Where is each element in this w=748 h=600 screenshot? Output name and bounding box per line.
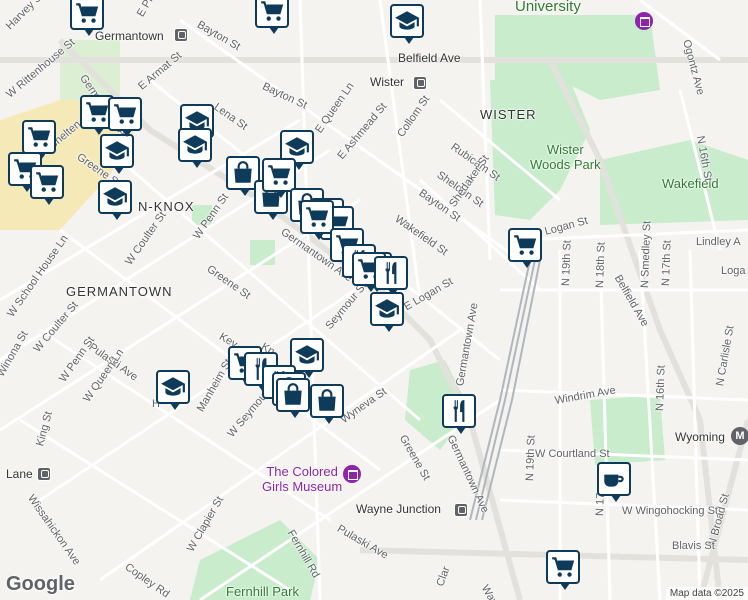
cart-marker-icon[interactable] bbox=[30, 165, 64, 205]
label-wyoming: Wyoming bbox=[675, 430, 725, 444]
label-wister-woods-park: Wister Woods Park bbox=[530, 142, 601, 172]
label-logan: Loga bbox=[721, 265, 746, 277]
wayne-junction-station-icon[interactable] bbox=[454, 503, 468, 517]
school-marker-icon[interactable] bbox=[100, 134, 134, 174]
map-attribution[interactable]: Map data ©2025 bbox=[665, 587, 748, 600]
cart-marker-icon[interactable] bbox=[508, 228, 542, 268]
cart-marker-icon[interactable] bbox=[22, 120, 56, 160]
wister-station-icon[interactable] bbox=[413, 76, 427, 90]
label-n-16th-st-se: N 16th St bbox=[654, 364, 668, 412]
label-colored-girls-museum: The Colored Girls Museum bbox=[262, 464, 343, 494]
label-wister-station: Wister bbox=[370, 75, 404, 89]
fork-marker-icon[interactable] bbox=[374, 256, 408, 296]
cart-marker-icon[interactable] bbox=[300, 200, 334, 240]
school-marker-icon[interactable] bbox=[178, 128, 212, 168]
cart-marker-icon[interactable] bbox=[262, 158, 296, 198]
school-marker-icon[interactable] bbox=[390, 4, 424, 44]
label-w-wingohocking-st: W Wingohocking St bbox=[622, 505, 718, 517]
label-university: University bbox=[515, 0, 581, 15]
label-n-17th-st: N 17th St bbox=[660, 239, 674, 287]
label-n-19th-st-s: N 19th St bbox=[524, 434, 538, 482]
cart-marker-icon[interactable] bbox=[70, 0, 104, 36]
label-n-19th-st: N 19th St bbox=[560, 239, 574, 287]
cart-marker-icon[interactable] bbox=[108, 97, 142, 137]
label-blavis-st: Blavis St bbox=[672, 540, 715, 552]
school-marker-icon[interactable] bbox=[156, 370, 190, 410]
label-n-smedley-st: N Smedley St bbox=[639, 220, 654, 289]
label-penn-knox: N-KNOX bbox=[138, 199, 195, 214]
label-wayne-junction: Wayne Junction bbox=[356, 502, 441, 516]
label-w-courtland-st: W Courtland St bbox=[535, 448, 610, 460]
map-canvas[interactable]: M University Harvey St W Rittenhouse St … bbox=[0, 0, 748, 600]
label-belfield-ave: Belfield Ave bbox=[398, 51, 461, 65]
label-wister-area: WISTER bbox=[480, 107, 537, 122]
label-n-18th-st: N 18th St bbox=[594, 241, 608, 289]
cart-marker-icon[interactable] bbox=[255, 0, 289, 34]
label-germantown-station: Germantown bbox=[95, 29, 164, 43]
label-fernhill-park: Fernhill Park bbox=[226, 584, 299, 599]
school-marker-icon[interactable] bbox=[370, 292, 404, 332]
bag-marker-icon[interactable] bbox=[310, 384, 344, 424]
museum-icon[interactable] bbox=[343, 465, 361, 483]
fork-marker-icon[interactable] bbox=[442, 394, 476, 434]
label-n-17-s: N 17 bbox=[594, 492, 607, 517]
germantown-station-icon[interactable] bbox=[174, 28, 188, 42]
cup-marker-icon[interactable] bbox=[597, 462, 631, 502]
wyoming-metro-icon[interactable]: M bbox=[731, 427, 748, 445]
label-germantown-area: GERMANTOWN bbox=[66, 284, 173, 299]
university-landmark-icon[interactable] bbox=[635, 12, 653, 30]
bag-marker-icon[interactable] bbox=[276, 378, 310, 418]
lane-station-icon[interactable] bbox=[37, 467, 51, 481]
cart-marker-icon[interactable] bbox=[546, 550, 580, 590]
label-lane: Lane bbox=[6, 467, 33, 481]
label-lindley-ave: Lindley A bbox=[696, 236, 741, 248]
google-logo: Google bbox=[6, 573, 75, 595]
school-marker-icon[interactable] bbox=[98, 180, 132, 220]
